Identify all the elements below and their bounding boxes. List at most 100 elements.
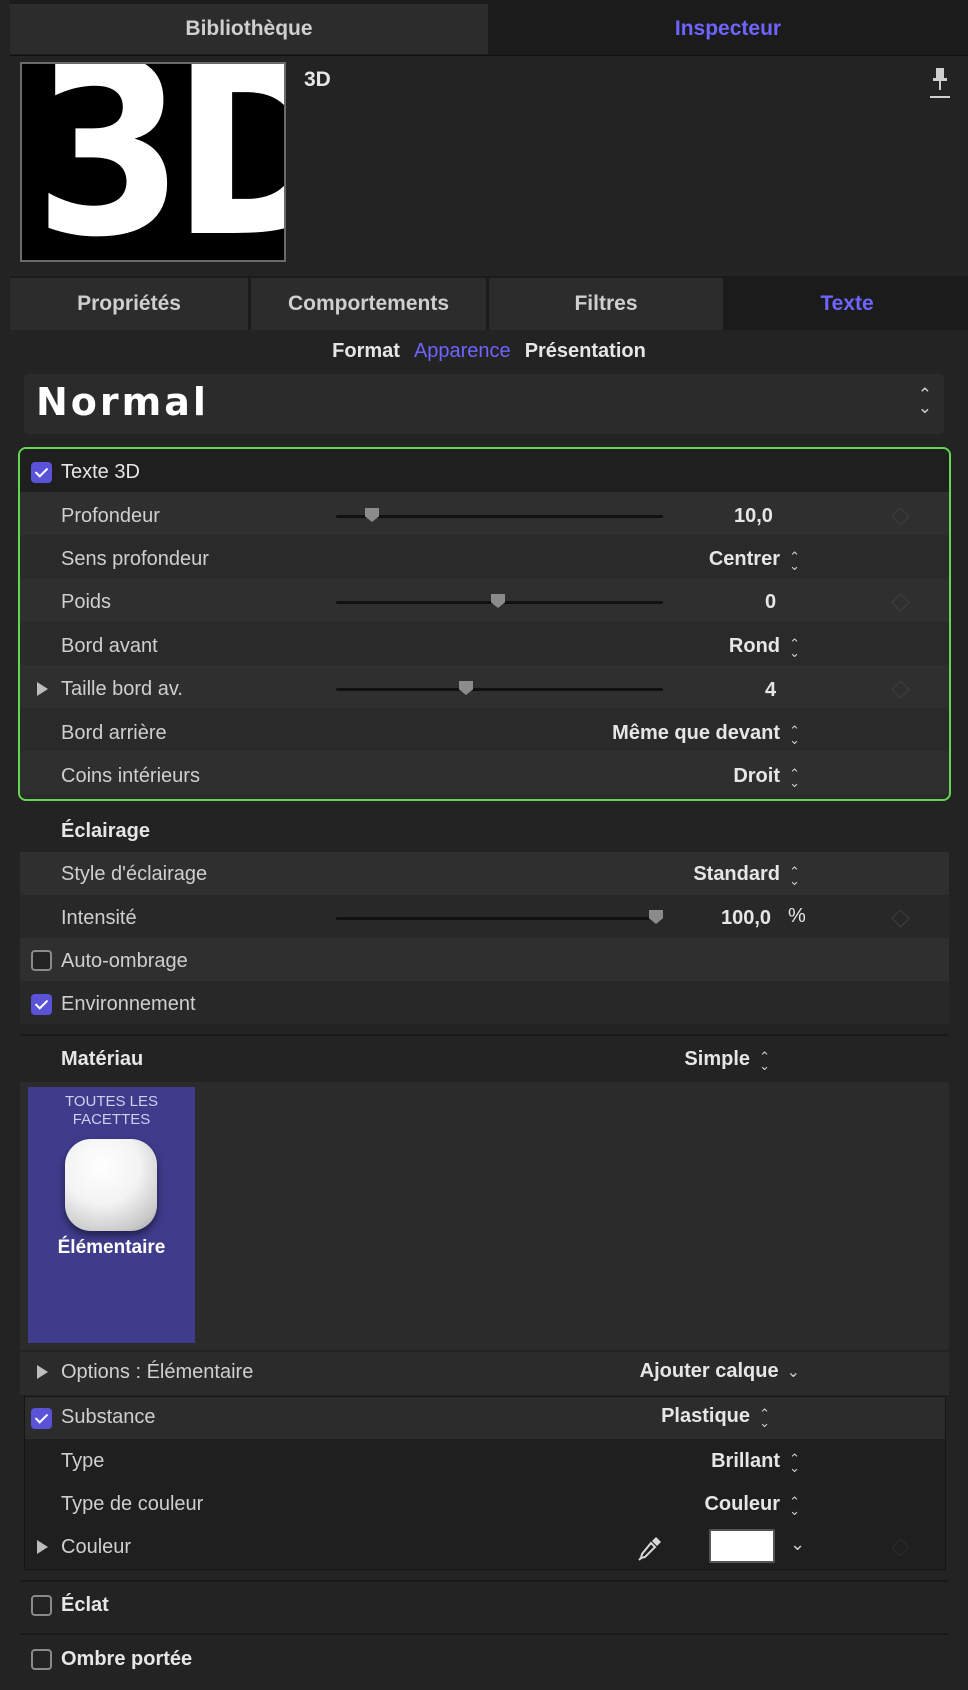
front-edge-popup[interactable]: Rond ⌃ ⌄ xyxy=(728,635,800,660)
pin-icon[interactable] xyxy=(930,66,950,100)
chevron-down-icon: ⌄ xyxy=(786,1364,800,1381)
thumbnail-text: 3D xyxy=(34,62,284,262)
layer-name: 3D xyxy=(304,68,331,91)
tab-library-label: Bibliothèque xyxy=(185,17,313,40)
back-edge-popup[interactable]: Même que devant ⌃ ⌄ xyxy=(612,722,800,747)
disclosure-triangle-icon[interactable] xyxy=(37,1365,48,1379)
updown-icon: ⌃ ⌄ xyxy=(789,548,800,573)
substance-label: Substance xyxy=(61,1406,156,1428)
updown-icon: ⌃ ⌄ xyxy=(789,1493,800,1518)
depth-direction-label: Sens profondeur xyxy=(61,548,209,570)
intensity-value[interactable]: 100,0 xyxy=(721,907,771,930)
environment-checkbox[interactable] xyxy=(31,994,52,1015)
depth-direction-popup[interactable]: Centrer ⌃ ⌄ xyxy=(708,548,800,573)
front-edge-size-label: Taille bord av. xyxy=(61,678,183,700)
tab-behaviors[interactable]: Comportements xyxy=(251,278,486,330)
color-type-label: Type de couleur xyxy=(61,1493,204,1515)
inner-corners-popup[interactable]: Droit ⌃ ⌄ xyxy=(733,765,800,790)
environment-label: Environnement xyxy=(61,993,196,1015)
color-type-popup[interactable]: Couleur ⌃ ⌄ xyxy=(704,1493,800,1518)
add-layer-button[interactable]: Ajouter calque ⌄ xyxy=(640,1360,800,1383)
updown-icon: ⌃ ⌄ xyxy=(759,1048,770,1073)
tab-properties[interactable]: Propriétés xyxy=(10,278,248,330)
depth-value[interactable]: 10,0 xyxy=(734,505,773,528)
depth-slider[interactable] xyxy=(336,515,663,518)
glow-label: Éclat xyxy=(61,1594,109,1616)
back-edge-label: Bord arrière xyxy=(61,722,167,744)
updown-icon: ⌃ ⌄ xyxy=(789,863,800,888)
inner-corners-value: Droit xyxy=(733,765,780,787)
disclosure-triangle-icon[interactable] xyxy=(37,1540,48,1554)
add-layer-label: Ajouter calque xyxy=(639,1360,779,1382)
text3d-group xyxy=(18,447,951,801)
type-popup[interactable]: Brillant ⌃ ⌄ xyxy=(711,1450,800,1475)
material-label: Matériau xyxy=(61,1048,144,1070)
lighting-heading: Éclairage xyxy=(61,820,150,842)
chevron-down-icon[interactable]: ⌄ xyxy=(790,1534,805,1555)
tab-filters[interactable]: Filtres xyxy=(489,278,723,330)
color-swatch[interactable] xyxy=(709,1529,775,1563)
preview-thumbnail: 3D xyxy=(20,62,286,262)
material-value: Simple xyxy=(684,1048,750,1070)
preset-value: Normal xyxy=(36,380,209,424)
updown-icon: ⌃ ⌄ xyxy=(789,635,800,660)
material-card-header-line1: TOUTES LES xyxy=(64,1093,159,1110)
tab-inspector[interactable]: Inspecteur xyxy=(488,4,968,54)
disclosure-triangle-icon[interactable] xyxy=(37,682,48,696)
glow-checkbox[interactable] xyxy=(31,1595,52,1616)
tab-text-label: Texte xyxy=(820,292,874,315)
substance-row xyxy=(25,1397,945,1439)
material-popup[interactable]: Simple ⌃ ⌄ xyxy=(684,1048,770,1073)
options-label: Options : Élémentaire xyxy=(61,1361,254,1383)
tab-filters-label: Filtres xyxy=(574,292,638,315)
updown-icon: ⌃ ⌄ xyxy=(917,385,932,417)
section-tab-format[interactable]: Format xyxy=(332,340,400,362)
substance-checkbox[interactable] xyxy=(31,1408,52,1429)
depth-label: Profondeur xyxy=(61,505,160,527)
tab-inspector-label: Inspecteur xyxy=(674,17,782,40)
intensity-unit: % xyxy=(788,905,806,927)
material-card-label: Élémentaire xyxy=(57,1237,166,1258)
weight-value[interactable]: 0 xyxy=(765,591,776,614)
updown-icon: ⌃ ⌄ xyxy=(789,1450,800,1475)
substance-popup[interactable]: Plastique ⌃ ⌄ xyxy=(661,1405,770,1429)
updown-icon: ⌃ ⌄ xyxy=(789,765,800,790)
divider xyxy=(20,1034,949,1036)
tab-behaviors-label: Comportements xyxy=(287,292,450,315)
updown-icon: ⌃ ⌄ xyxy=(789,722,800,747)
weight-label: Poids xyxy=(61,591,112,613)
substance-value: Plastique xyxy=(661,1405,750,1427)
preset-dropdown[interactable]: Normal ⌃ ⌄ xyxy=(24,374,944,434)
material-card-header-line2: FACETTES xyxy=(72,1111,151,1128)
back-edge-value: Même que devant xyxy=(612,722,780,744)
material-card-header: TOUTES LES FACETTES xyxy=(28,1093,195,1129)
material-card[interactable]: TOUTES LES FACETTES Élémentaire xyxy=(28,1087,195,1343)
inner-corners-label: Coins intérieurs xyxy=(61,765,200,787)
tab-library[interactable]: Bibliothèque xyxy=(10,4,488,54)
lighting-style-value: Standard xyxy=(693,863,780,885)
color-type-value: Couleur xyxy=(704,1493,780,1515)
eyedropper-icon[interactable] xyxy=(636,1534,664,1562)
front-edge-value: Rond xyxy=(728,635,780,657)
self-shadow-checkbox[interactable] xyxy=(31,950,52,971)
text3d-checkbox[interactable] xyxy=(31,462,52,483)
color-label: Couleur xyxy=(61,1536,132,1558)
depth-direction-value: Centrer xyxy=(708,548,780,570)
material-sphere-icon xyxy=(65,1139,157,1231)
section-tab-presentation[interactable]: Présentation xyxy=(525,340,646,362)
type-label: Type xyxy=(61,1450,105,1472)
lighting-style-popup[interactable]: Standard ⌃ ⌄ xyxy=(693,863,800,888)
front-edge-size-slider[interactable] xyxy=(336,688,663,691)
tab-text[interactable]: Texte xyxy=(726,278,968,330)
self-shadow-label: Auto-ombrage xyxy=(61,950,188,972)
tab-properties-label: Propriétés xyxy=(77,292,181,315)
front-edge-size-value[interactable]: 4 xyxy=(765,679,776,702)
drop-shadow-label: Ombre portée xyxy=(61,1648,193,1670)
text3d-title: Texte 3D xyxy=(61,461,140,483)
drop-shadow-checkbox[interactable] xyxy=(31,1649,52,1670)
section-tab-appearance[interactable]: Apparence xyxy=(414,340,511,362)
intensity-slider[interactable] xyxy=(336,917,663,920)
divider xyxy=(20,1580,949,1582)
front-edge-label: Bord avant xyxy=(61,635,158,657)
divider xyxy=(20,1633,949,1635)
